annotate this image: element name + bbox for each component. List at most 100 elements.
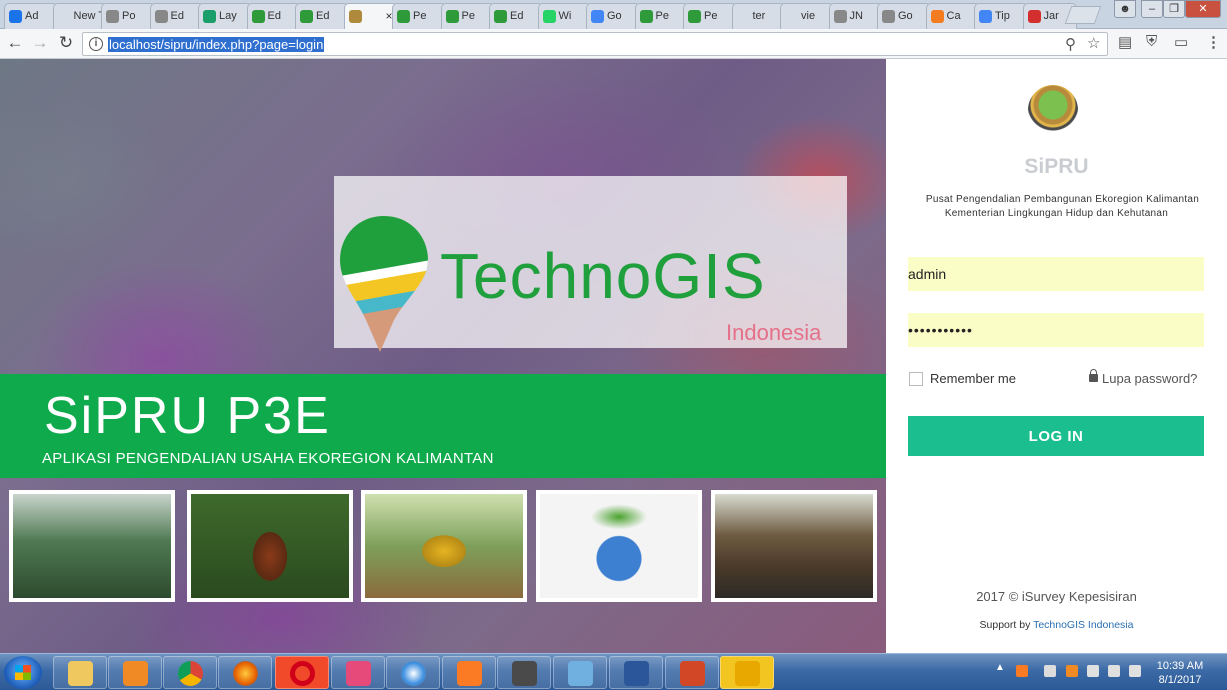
- password-field[interactable]: [908, 313, 1204, 347]
- browser-tab[interactable]: Ed: [246, 3, 301, 29]
- browser-tab[interactable]: Ed: [149, 3, 204, 29]
- extension-icon[interactable]: ⚲: [1065, 35, 1076, 53]
- tab-label: Tip: [995, 10, 1010, 22]
- bookmark-star-icon[interactable]: ☆: [1087, 34, 1100, 52]
- network-icon[interactable]: [1108, 665, 1120, 677]
- browser-tab[interactable]: Pe: [634, 3, 689, 29]
- extension-shield-icon[interactable]: ⛨: [1146, 33, 1157, 50]
- remember-me-label[interactable]: Remember me: [930, 371, 1016, 386]
- browser-tab[interactable]: Pe: [683, 3, 737, 29]
- tab-label: Lay: [219, 10, 237, 22]
- browser-tab[interactable]: vie: [780, 3, 834, 29]
- page-content: TechnoGIS Indonesia SiPRU P3E APLIKASI P…: [0, 59, 1227, 653]
- show-hidden-icons-icon[interactable]: ▲: [995, 662, 1007, 674]
- tray-app-icon[interactable]: [1066, 665, 1078, 677]
- close-window-button[interactable]: ✕: [1185, 0, 1221, 18]
- taskbar-snipping-tool[interactable]: [331, 656, 385, 689]
- tab-label: Ad: [25, 10, 39, 22]
- copyright-text: 2017 © iSurvey Kepesisiran: [976, 589, 1137, 604]
- browser-tab[interactable]: Pe: [392, 3, 446, 29]
- extension-cast-icon[interactable]: ▭: [1174, 33, 1188, 51]
- tab-favicon-icon: [154, 10, 168, 23]
- tab-label: Go: [607, 10, 622, 22]
- browser-tab[interactable]: Ca: [925, 3, 980, 29]
- tab-favicon-icon: [688, 10, 701, 23]
- tab-favicon-icon: [833, 10, 847, 23]
- photo-mining-site: [711, 490, 877, 602]
- browser-tab[interactable]: Tip: [974, 3, 1028, 29]
- hero-panel: TechnoGIS Indonesia SiPRU P3E APLIKASI P…: [0, 59, 886, 653]
- remember-me-checkbox[interactable]: [909, 372, 923, 386]
- tab-favicon-icon: [494, 10, 507, 23]
- minimize-button[interactable]: –: [1141, 0, 1163, 18]
- taskbar-opera[interactable]: [275, 656, 329, 689]
- tab-label: Ed: [267, 10, 281, 22]
- info-icon[interactable]: i: [89, 37, 103, 51]
- forgot-password-label[interactable]: Lupa password?: [1102, 371, 1197, 386]
- sublime-icon: [512, 661, 537, 686]
- browser-tab[interactable]: New T: [52, 3, 107, 29]
- forward-icon[interactable]: →: [29, 33, 51, 53]
- browser-tab[interactable]: ter: [731, 3, 786, 29]
- taskbar-chrome[interactable]: [163, 656, 217, 689]
- tab-label: JN: [849, 10, 863, 22]
- address-bar[interactable]: i localhost/sipru/index.php?page=login ⚲…: [82, 32, 1108, 56]
- tab-favicon-icon: [251, 10, 265, 23]
- chrome-icon: [178, 661, 203, 686]
- taskbar-firefox[interactable]: [218, 656, 272, 689]
- browser-tab[interactable]: JN: [828, 3, 883, 29]
- taskbar-app-window[interactable]: [553, 656, 607, 689]
- taskbar-word[interactable]: [609, 656, 663, 689]
- tab-label: Pe: [413, 10, 427, 22]
- taskbar-sublime[interactable]: [497, 656, 551, 689]
- taskbar-safari[interactable]: [386, 656, 440, 689]
- browser-tab[interactable]: Ed: [295, 3, 349, 29]
- tab-label: Ed: [510, 10, 524, 22]
- browser-tab[interactable]: Go: [586, 3, 640, 29]
- tab-favicon-icon: [203, 10, 216, 23]
- tray-flag-icon[interactable]: [1044, 665, 1056, 677]
- tray-device-icon[interactable]: [1087, 665, 1099, 677]
- restore-button[interactable]: ❐: [1163, 0, 1185, 18]
- window-app-icon: [568, 661, 593, 686]
- url-text[interactable]: localhost/sipru/index.php?page=login: [108, 37, 325, 52]
- browser-tab[interactable]: Go: [877, 3, 931, 29]
- technogis-logo: TechnoGIS Indonesia: [334, 176, 847, 352]
- browser-tab[interactable]: Wi: [537, 3, 592, 29]
- back-icon[interactable]: ←: [4, 33, 26, 53]
- browser-tab[interactable]: Lay: [198, 3, 252, 29]
- taskbar-media-player[interactable]: [108, 656, 162, 689]
- xampp-icon: [457, 661, 482, 686]
- extension-badge-icon[interactable]: ▤: [1118, 33, 1132, 51]
- taskbar-warning-app[interactable]: [720, 656, 774, 689]
- tab-label: Ed: [316, 10, 330, 22]
- taskbar-powerpoint[interactable]: [665, 656, 719, 689]
- org-line-2: Kementerian Lingkungan Hidup dan Kehutan…: [944, 208, 1169, 219]
- browser-tab[interactable]: Pe: [440, 3, 495, 29]
- word-icon: [624, 661, 649, 686]
- login-button[interactable]: LOG IN: [908, 416, 1204, 456]
- browser-tab[interactable]: Po: [101, 3, 155, 29]
- forgot-password-link[interactable]: Lupa password?: [1089, 369, 1197, 386]
- browser-tab[interactable]: Ad: [4, 3, 58, 29]
- start-button[interactable]: [4, 656, 42, 689]
- photo-orangutan: [187, 490, 353, 602]
- menu-icon[interactable]: ⋮: [1206, 33, 1221, 51]
- clock[interactable]: 10:39 AM 8/1/2017: [1150, 659, 1210, 687]
- login-panel: SiPRU Pusat Pengendalian Pembangunan Eko…: [886, 59, 1227, 653]
- tray-xampp-icon[interactable]: [1016, 665, 1028, 677]
- support-link[interactable]: TechnoGIS Indonesia: [1033, 619, 1133, 631]
- taskbar-explorer[interactable]: [53, 656, 107, 689]
- support-prefix: Support by: [979, 619, 1031, 631]
- tab-favicon-icon: [979, 10, 992, 23]
- browser-tab[interactable]: Ed: [489, 3, 543, 29]
- taskbar-xampp[interactable]: [442, 656, 496, 689]
- tab-favicon-icon: [348, 10, 362, 23]
- active-tab[interactable]: ×: [343, 3, 398, 30]
- volume-icon[interactable]: [1129, 665, 1141, 677]
- photo-earth-tree: [536, 490, 702, 602]
- username-field[interactable]: [908, 257, 1204, 291]
- user-icon[interactable]: ☻: [1114, 0, 1136, 18]
- tab-favicon-icon: [542, 10, 556, 23]
- reload-icon[interactable]: ↻: [55, 33, 77, 53]
